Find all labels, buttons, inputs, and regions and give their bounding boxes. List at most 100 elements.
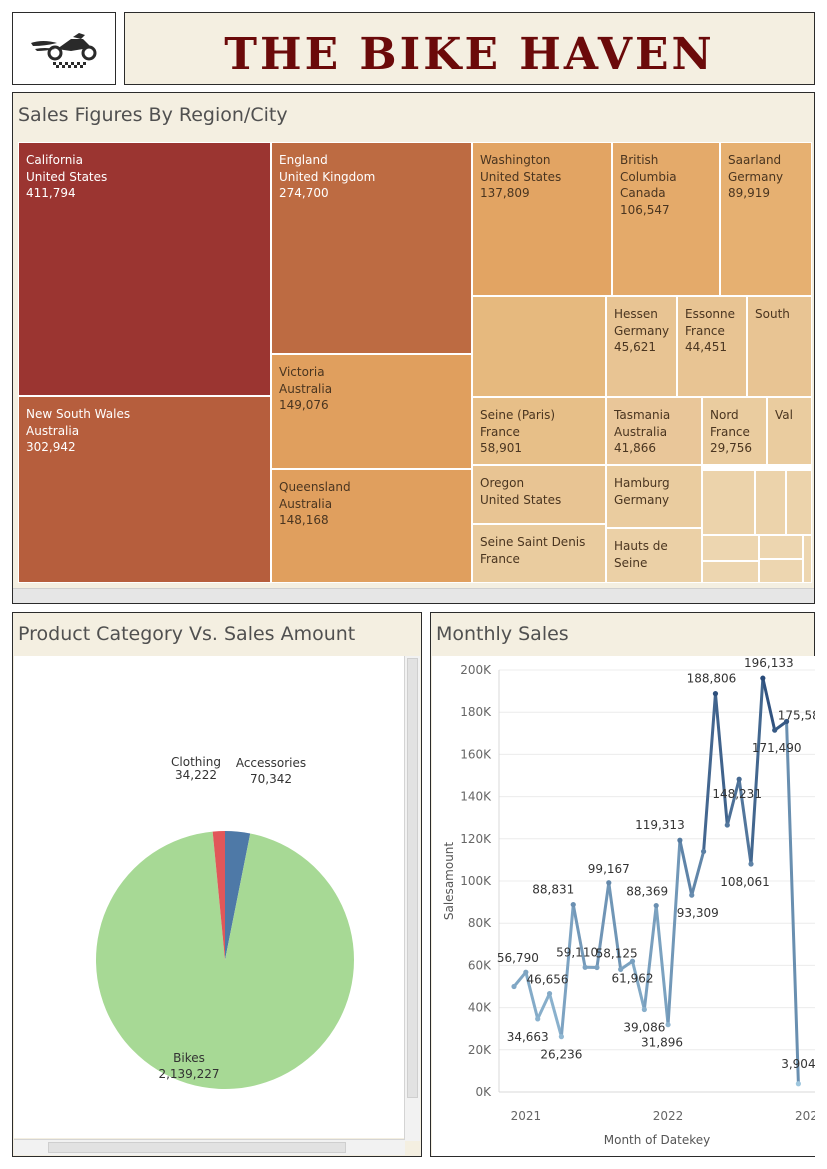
- y-tick-label: 180K: [460, 705, 492, 719]
- data-point: [712, 691, 719, 697]
- treemap-tile[interactable]: Hamburg Germany: [606, 465, 702, 528]
- treemap-tile[interactable]: Hauts de Seine: [606, 528, 702, 583]
- data-label: 148,231: [712, 787, 762, 801]
- treemap-tile[interactable]: England United Kingdom 274,700: [271, 142, 472, 354]
- data-point: [511, 983, 517, 990]
- treemap-tile[interactable]: California United States 411,794: [18, 142, 271, 396]
- data-point: [594, 964, 600, 971]
- treemap-tile-label: England United Kingdom 274,700: [279, 153, 376, 200]
- line-title: Monthly Sales: [436, 623, 569, 645]
- data-label: 171,490: [752, 741, 802, 755]
- treemap-tile-label: Seine (Paris) France 58,901: [480, 408, 556, 455]
- treemap-tile[interactable]: Val: [767, 397, 812, 465]
- y-tick-label: 60K: [468, 958, 492, 972]
- scrollbar-thumb[interactable]: [407, 658, 418, 1098]
- line-segment: [702, 692, 717, 853]
- y-tick-label: 100K: [460, 874, 492, 888]
- line-segment: [666, 838, 682, 1027]
- treemap-tile[interactable]: Saarland Germany 89,919: [720, 142, 812, 296]
- y-tick-label: 20K: [468, 1043, 492, 1057]
- y-tick-label: 200K: [460, 663, 492, 677]
- data-point: [772, 727, 778, 733]
- treemap-tile[interactable]: [803, 535, 812, 583]
- vertical-scrollbar[interactable]: [404, 656, 420, 1141]
- treemap-tile[interactable]: Seine Saint Denis France: [472, 524, 606, 583]
- data-point: [795, 1081, 801, 1087]
- data-point: [606, 880, 612, 886]
- horizontal-scrollbar[interactable]: [14, 1139, 405, 1155]
- treemap-tile-label: Nord France 29,756: [710, 408, 752, 455]
- pie-label-name: Bikes: [173, 1051, 205, 1065]
- data-point: [546, 990, 553, 997]
- x-tick-label: 2022: [653, 1109, 684, 1123]
- treemap-tile[interactable]: Washington United States 137,809: [472, 142, 612, 296]
- pie-panel: Product Category Vs. Sales Amount Clothi…: [12, 612, 422, 1157]
- treemap-tile-label: Oregon United States: [480, 476, 562, 507]
- line-panel: Monthly Sales 0K 20K 40K 60K 80K 100K 120K 140K…: [430, 612, 827, 1157]
- treemap-tile[interactable]: [702, 535, 759, 561]
- treemap-tile-label: Saarland Germany 89,919: [728, 153, 784, 200]
- treemap-tile[interactable]: Essonne France 44,451: [677, 296, 747, 397]
- data-point: [677, 837, 683, 843]
- treemap-tile[interactable]: [755, 470, 786, 535]
- data-label: 58,125: [596, 946, 638, 960]
- treemap-tile[interactable]: [702, 470, 755, 535]
- y-axis-title: Salesamount: [442, 842, 456, 921]
- treemap-tile-label: Essonne France 44,451: [685, 307, 736, 354]
- treemap-tile-label: California United States 411,794: [26, 153, 108, 200]
- data-label: 56,790: [497, 951, 539, 965]
- treemap-tile-label: New South Wales Australia 302,942: [26, 407, 131, 454]
- data-point: [724, 822, 730, 828]
- horizontal-scrollbar[interactable]: [13, 588, 814, 603]
- line-segment: [548, 992, 563, 1039]
- treemap-tile[interactable]: Nord France 29,756: [702, 397, 767, 465]
- treemap-tile[interactable]: Tasmania Australia 41,866: [606, 397, 702, 465]
- treemap-tile[interactable]: Oregon United States: [472, 465, 606, 524]
- title-banner: THE BIKE HAVEN: [124, 12, 815, 85]
- treemap-tile[interactable]: [702, 561, 759, 583]
- data-label: 119,313: [635, 818, 685, 832]
- data-point: [582, 964, 588, 970]
- data-label: 59,110: [556, 945, 598, 959]
- treemap-tile[interactable]: New South Wales Australia 302,942: [18, 396, 271, 583]
- treemap-tile[interactable]: South: [747, 296, 812, 397]
- pie-label-name: Clothing: [171, 755, 221, 769]
- line-chart: 0K 20K 40K 60K 80K 100K 120K 140K 160K 180K 200K 20…: [442, 656, 827, 1147]
- data-label: 34,663: [507, 1030, 549, 1044]
- treemap-tile[interactable]: British Columbia Canada 106,547: [612, 142, 720, 296]
- line-segment: [785, 720, 800, 1086]
- scrollbar-thumb[interactable]: [48, 1142, 346, 1153]
- treemap-tile[interactable]: [759, 535, 803, 559]
- line-segment: [678, 838, 694, 897]
- data-point: [535, 1016, 541, 1022]
- treemap-tile-label: South: [755, 307, 790, 321]
- x-axis-title: Month of Datekey: [604, 1133, 711, 1147]
- treemap-tile[interactable]: [759, 559, 803, 583]
- pie-chart-area: Clothing 34,222 Accessories 70,342 Bikes 2,13…: [14, 656, 406, 1138]
- data-label: 46,656: [527, 973, 569, 987]
- data-label: 108,061: [720, 875, 770, 889]
- pie-chart: Clothing34,222 Accessories 70,342 Bikes 2,13…: [96, 755, 355, 1089]
- pie-label-value: 70,342: [250, 772, 292, 786]
- treemap-tile-label: Queensland Australia 148,168: [279, 480, 351, 527]
- pie-label-value: 2,139,227: [158, 1067, 219, 1081]
- treemap-tile[interactable]: Seine (Paris) France 58,901: [472, 397, 606, 465]
- data-point: [736, 776, 742, 782]
- line-segment: [559, 903, 575, 1039]
- treemap-chart: California United States 411,794 New Sout…: [18, 142, 812, 583]
- data-point: [701, 848, 707, 855]
- treemap-tile[interactable]: Queensland Australia 148,168: [271, 469, 472, 583]
- data-label: 3,904: [781, 1057, 815, 1071]
- treemap-tile-label: Tasmania Australia 41,866: [614, 408, 671, 455]
- line-chart-area: 0K 20K 40K 60K 80K 100K 120K 140K 160K 180K 200K 20…: [432, 656, 827, 1156]
- pie-label-name: Accessories: [236, 756, 306, 770]
- treemap-tile[interactable]: [786, 470, 812, 535]
- data-label: 175,586: [778, 709, 815, 723]
- x-tick-label: 2021: [511, 1109, 542, 1123]
- treemap-tile[interactable]: [472, 296, 606, 397]
- data-point: [641, 1006, 647, 1013]
- treemap-tile-label: British Columbia Canada 106,547: [620, 153, 677, 217]
- treemap-tile[interactable]: Hessen Germany 45,621: [606, 296, 677, 397]
- motorcycle-logo-icon: [31, 33, 97, 68]
- treemap-tile[interactable]: Victoria Australia 149,076: [271, 354, 472, 469]
